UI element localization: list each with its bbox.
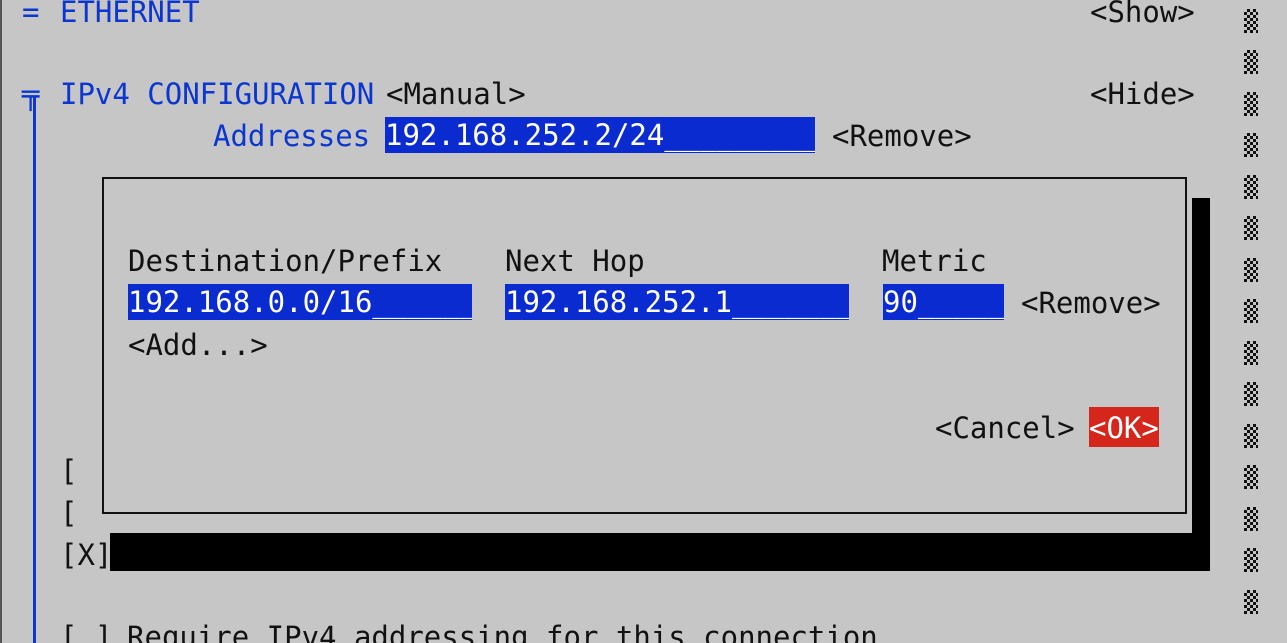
scrollbar-track-icon <box>1241 415 1261 457</box>
ethernet-section-label: ETHERNET <box>60 0 200 29</box>
ethernet-marker: = <box>22 0 40 29</box>
background-checkbox-3[interactable]: [X] <box>60 534 112 576</box>
ipv4-mode-select[interactable]: <Manual> <box>386 73 526 115</box>
cancel-button[interactable]: <Cancel> <box>935 407 1075 449</box>
background-checkbox-2[interactable]: [ <box>60 492 77 534</box>
scrollbar-track-icon <box>1241 498 1261 540</box>
add-route-button[interactable]: <Add...> <box>128 324 268 366</box>
require-ipv4-label: Require IPv4 addressing for this connect… <box>127 620 878 643</box>
ok-button[interactable]: <OK> <box>1089 407 1159 447</box>
dialog-shadow <box>1192 198 1210 570</box>
dialog-shadow-bottom <box>110 533 1210 571</box>
scrollbar-track-icon <box>1241 249 1261 291</box>
destination-prefix-header: Destination/Prefix <box>128 244 443 278</box>
require-ipv4-checkbox[interactable]: [ ] <box>60 616 112 643</box>
scrollbar-track-icon <box>1241 125 1261 167</box>
address-remove-button[interactable]: <Remove> <box>832 115 972 157</box>
scrollbar-track-icon <box>1241 83 1261 125</box>
ipv4-section-rail <box>33 97 36 643</box>
ipv4-marker: ╤ <box>22 77 40 111</box>
next-hop-header: Next Hop <box>505 244 645 278</box>
scrollbar[interactable] <box>1241 0 1261 643</box>
scrollbar-track-icon <box>1241 208 1261 250</box>
address-input[interactable]: 192.168.252.2/24_________ <box>385 117 815 153</box>
scrollbar-track-icon <box>1241 374 1261 416</box>
metric-header: Metric <box>882 244 987 278</box>
scrollbar-track-icon <box>1241 42 1261 84</box>
scrollbar-track-icon <box>1241 291 1261 333</box>
route-next-hop-input[interactable]: 192.168.252.1_______ <box>505 284 849 320</box>
ipv4-section-label: IPv4 CONFIGURATION <box>60 77 375 111</box>
addresses-label: Addresses <box>213 119 371 153</box>
scrollbar-track-icon <box>1241 457 1261 499</box>
ethernet-show-button[interactable]: <Show> <box>1090 0 1195 33</box>
scrollbar-track-icon <box>1241 332 1261 374</box>
scrollbar-track-icon <box>1241 166 1261 208</box>
route-destination-input[interactable]: 192.168.0.0/16______ <box>128 284 472 320</box>
scrollbar-track-icon <box>1241 0 1261 42</box>
scrollbar-track-icon <box>1241 581 1261 623</box>
routes-dialog: Destination/Prefix Next Hop Metric 192.1… <box>102 177 1187 514</box>
background-checkbox-1[interactable]: [ <box>60 450 77 492</box>
scrollbar-track-icon <box>1241 540 1261 582</box>
route-metric-input[interactable]: 90_____ <box>883 284 1004 320</box>
ipv4-hide-button[interactable]: <Hide> <box>1090 73 1195 115</box>
route-remove-button[interactable]: <Remove> <box>1021 282 1161 324</box>
window-border <box>0 0 2 643</box>
